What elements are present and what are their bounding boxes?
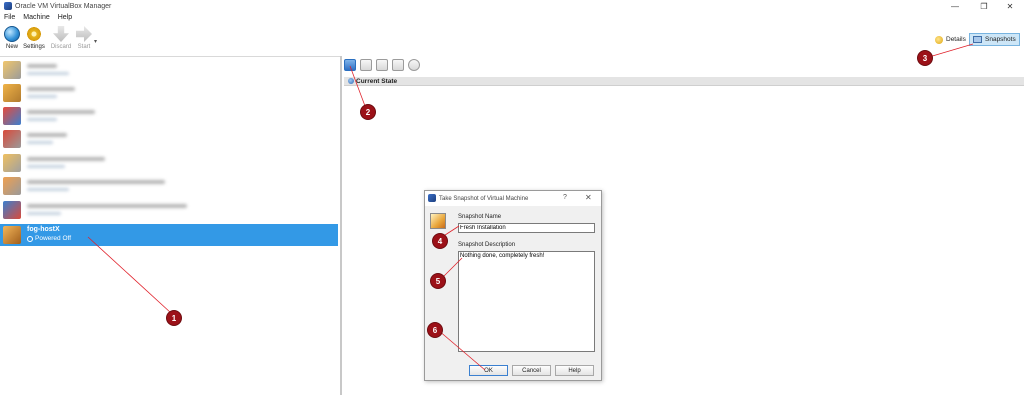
arrow-1 [87,236,172,314]
callout-5: 5 [431,274,445,288]
callout-1: 1 [167,311,181,325]
callout-6: 6 [428,323,442,337]
arrow-3 [928,43,974,58]
callout-2: 2 [361,105,375,119]
arrow-6 [437,329,486,371]
arrow-5 [440,257,463,280]
annotation-arrows [87,43,974,371]
callout-4: 4 [433,234,447,248]
arrow-2 [349,65,366,107]
callout-3: 3 [918,51,932,65]
